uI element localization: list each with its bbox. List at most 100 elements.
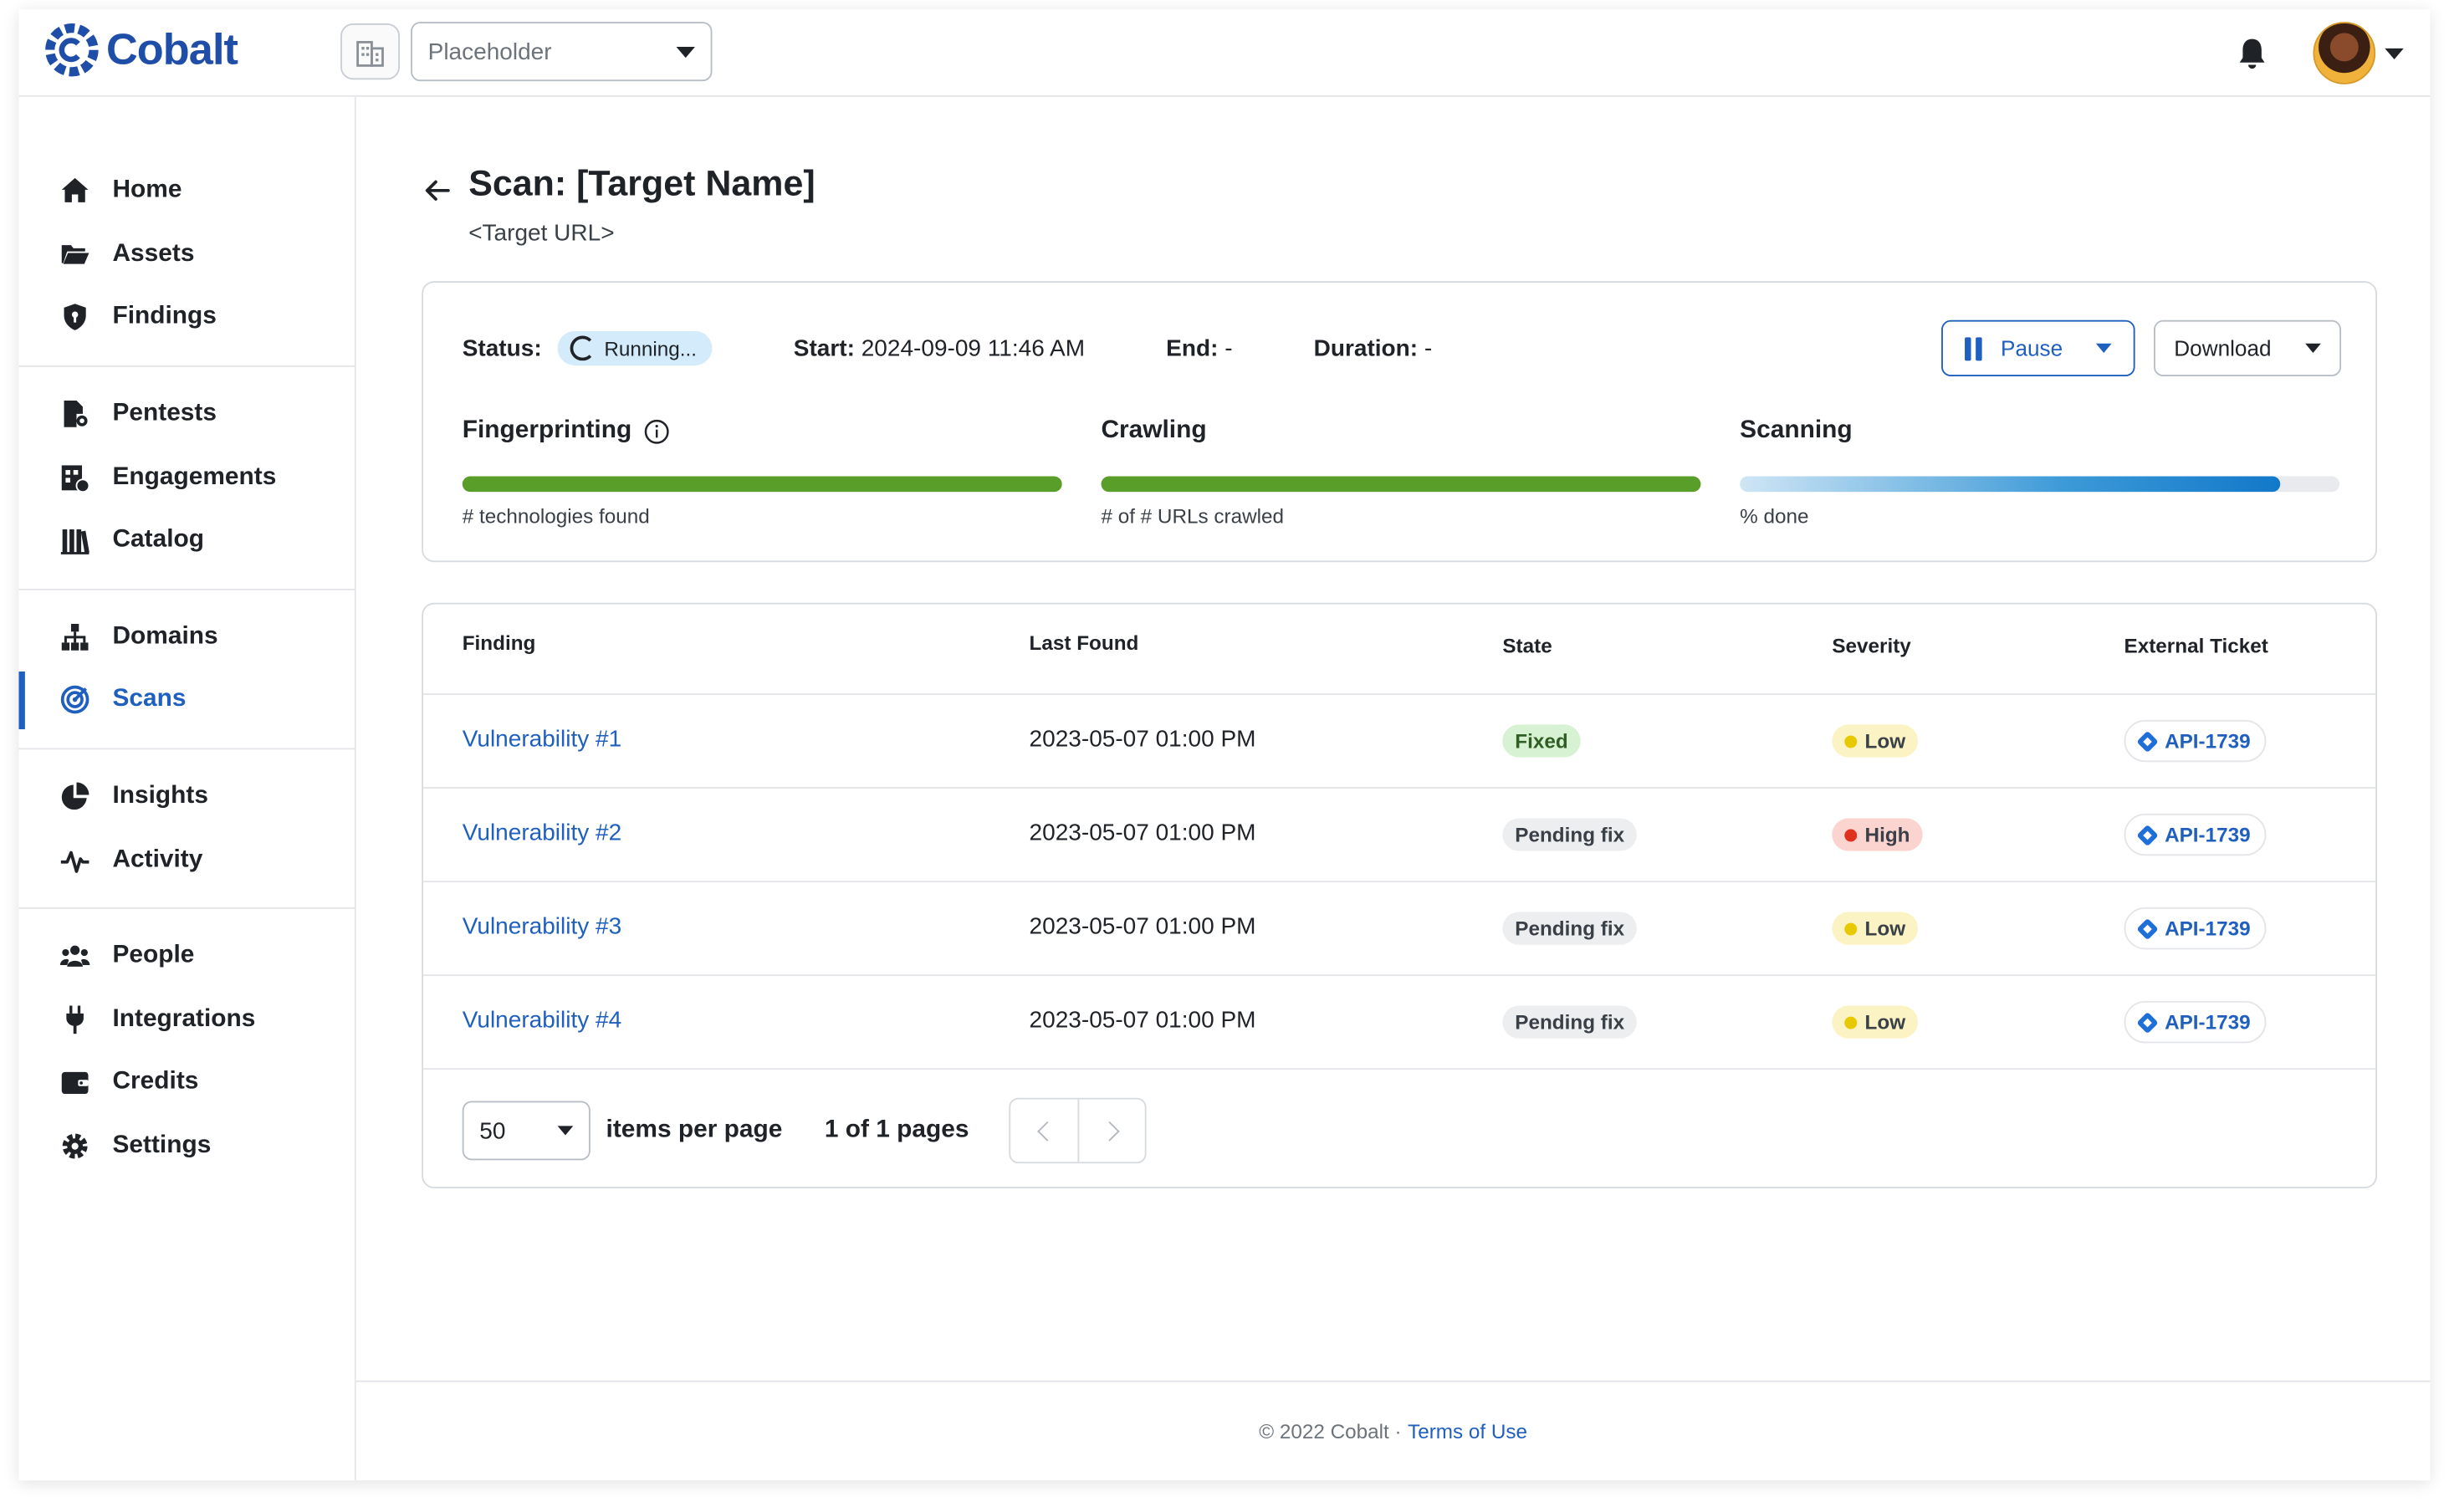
home-icon bbox=[59, 176, 90, 207]
spinner-icon bbox=[570, 335, 596, 361]
phase-note: # technologies found bbox=[462, 504, 650, 529]
jira-icon bbox=[2136, 729, 2159, 753]
top-bar: Cobalt Placeholder bbox=[18, 9, 2431, 97]
sidebar-item-domains[interactable]: Domains bbox=[18, 605, 354, 669]
previous-page-button[interactable] bbox=[1011, 1100, 1078, 1162]
chevron-down-icon bbox=[2305, 343, 2321, 354]
organization-button[interactable] bbox=[340, 23, 401, 80]
table-row[interactable]: Vulnerability #1 2023-05-07 01:00 PM Fix… bbox=[423, 695, 2376, 789]
jira-icon bbox=[2136, 1010, 2159, 1034]
column-header-finding[interactable]: Finding bbox=[463, 631, 536, 654]
sidebar-item-scans[interactable]: Scans bbox=[18, 668, 354, 732]
phase-title: Fingerprinting bbox=[463, 417, 1062, 446]
sidebar-item-home[interactable]: Home bbox=[18, 159, 354, 222]
finding-link[interactable]: Vulnerability #1 bbox=[463, 726, 621, 753]
download-label: Download bbox=[2174, 335, 2272, 361]
chevron-down-icon bbox=[676, 46, 695, 58]
sidebar-item-label: Settings bbox=[112, 1131, 212, 1159]
nav-group: Domains Scans bbox=[18, 590, 355, 749]
status-label: Status: bbox=[462, 335, 542, 362]
sidebar-item-findings[interactable]: Findings bbox=[18, 286, 354, 350]
nav-group: Insights Activity bbox=[18, 749, 355, 909]
cobalt-logo[interactable]: Cobalt bbox=[43, 22, 238, 78]
items-per-page-value: 50 bbox=[479, 1117, 506, 1144]
pie-chart-icon bbox=[59, 781, 90, 812]
sidebar-item-engagements[interactable]: Engagements bbox=[18, 446, 354, 509]
wallet-icon bbox=[59, 1067, 90, 1098]
status-value: Running... bbox=[604, 336, 698, 360]
sidebar-item-insights[interactable]: Insights bbox=[18, 765, 354, 829]
duration-field: Duration: - bbox=[1314, 335, 1433, 362]
back-arrow-icon[interactable] bbox=[422, 175, 452, 206]
sidebar-item-catalog[interactable]: Catalog bbox=[18, 509, 354, 573]
sidebar-item-settings[interactable]: Settings bbox=[18, 1115, 354, 1178]
table-row[interactable]: Vulnerability #3 2023-05-07 01:00 PM Pen… bbox=[423, 882, 2376, 977]
progress-fill bbox=[1101, 476, 1701, 493]
nav-group: Home Assets Findings bbox=[18, 97, 355, 367]
people-icon bbox=[59, 941, 90, 972]
scan-status-card: Status: Running... Start: 2024-09-09 11:… bbox=[422, 281, 2378, 563]
end-field: End: - bbox=[1166, 335, 1232, 362]
start-label: Start: bbox=[793, 335, 855, 362]
info-icon[interactable] bbox=[644, 418, 671, 445]
column-header-severity[interactable]: Severity bbox=[1832, 634, 1910, 657]
organization-select[interactable]: Placeholder bbox=[411, 22, 713, 82]
sidebar-item-people[interactable]: People bbox=[18, 924, 354, 988]
column-header-state[interactable]: State bbox=[1502, 634, 1552, 657]
duration-label: Duration: bbox=[1313, 335, 1419, 362]
target-icon bbox=[59, 685, 90, 716]
column-header-external-ticket[interactable]: External Ticket bbox=[2124, 634, 2268, 657]
jira-icon bbox=[2136, 823, 2159, 846]
table-row[interactable]: Vulnerability #4 2023-05-07 01:00 PM Pen… bbox=[423, 976, 2376, 1070]
chevron-down-icon bbox=[2385, 47, 2404, 59]
bell-icon[interactable] bbox=[2233, 34, 2271, 72]
state-badge: Pending fix bbox=[1502, 912, 1638, 945]
table-row[interactable]: Vulnerability #2 2023-05-07 01:00 PM Pen… bbox=[423, 789, 2376, 883]
finding-link[interactable]: Vulnerability #4 bbox=[463, 1007, 621, 1034]
start-field: Start: 2024-09-09 11:46 AM bbox=[794, 335, 1085, 362]
sidebar-item-label: Insights bbox=[112, 782, 208, 810]
avatar bbox=[2313, 22, 2376, 84]
copyright-text: © 2022 Cobalt · bbox=[1259, 1419, 1402, 1443]
start-value: 2024-09-09 11:46 AM bbox=[861, 335, 1086, 362]
pagination: 50 items per page 1 of 1 pages bbox=[462, 1097, 1148, 1164]
finding-link[interactable]: Vulnerability #3 bbox=[463, 913, 621, 940]
items-per-page-select[interactable]: 50 bbox=[462, 1101, 591, 1161]
severity-badge: Low bbox=[1832, 1005, 1919, 1039]
column-header-last-found[interactable]: Last Found bbox=[1030, 631, 1139, 654]
user-menu[interactable] bbox=[2313, 22, 2404, 84]
sidebar-item-label: Integrations bbox=[112, 1005, 256, 1032]
sidebar-item-label: Scans bbox=[112, 686, 187, 713]
external-ticket-link[interactable]: API-1739 bbox=[2124, 907, 2267, 950]
sidebar-item-activity[interactable]: Activity bbox=[18, 828, 354, 891]
end-label: End: bbox=[1166, 335, 1219, 362]
phase-title: Crawling bbox=[1101, 417, 1700, 446]
finding-link[interactable]: Vulnerability #2 bbox=[463, 820, 621, 846]
ticket-label: API-1739 bbox=[2165, 1010, 2251, 1034]
external-ticket-link[interactable]: API-1739 bbox=[2124, 813, 2267, 856]
sidebar-item-assets[interactable]: Assets bbox=[18, 222, 354, 286]
last-found-cell: 2023-05-07 01:00 PM bbox=[1029, 1007, 1256, 1034]
pause-button[interactable]: Pause bbox=[1941, 319, 2135, 377]
progress-fill bbox=[1740, 476, 2280, 493]
gear-icon bbox=[59, 1131, 90, 1162]
sidebar-item-label: Catalog bbox=[112, 526, 205, 554]
pause-icon bbox=[1965, 336, 1982, 360]
cobalt-logo-icon bbox=[45, 23, 99, 77]
next-page-button[interactable] bbox=[1078, 1099, 1145, 1162]
page-subtitle: <Target URL> bbox=[468, 220, 615, 248]
sidebar-item-pentests[interactable]: Pentests bbox=[18, 382, 354, 446]
external-ticket-link[interactable]: API-1739 bbox=[2124, 719, 2267, 763]
severity-badge: Low bbox=[1832, 912, 1919, 945]
end-value: - bbox=[1224, 335, 1233, 362]
download-button[interactable]: Download bbox=[2154, 319, 2342, 377]
severity-label: Low bbox=[1864, 917, 1906, 941]
external-ticket-link[interactable]: API-1739 bbox=[2124, 1000, 2267, 1044]
sidebar-item-credits[interactable]: Credits bbox=[18, 1051, 354, 1115]
table-header: Finding Last Found State Severity Extern… bbox=[423, 605, 2376, 695]
terms-of-use-link[interactable]: Terms of Use bbox=[1408, 1419, 1527, 1443]
sidebar-item-integrations[interactable]: Integrations bbox=[18, 988, 354, 1051]
phase-title: Scanning bbox=[1740, 417, 2339, 446]
chevron-down-icon bbox=[2095, 343, 2112, 354]
sidebar-item-label: Domains bbox=[112, 622, 218, 650]
